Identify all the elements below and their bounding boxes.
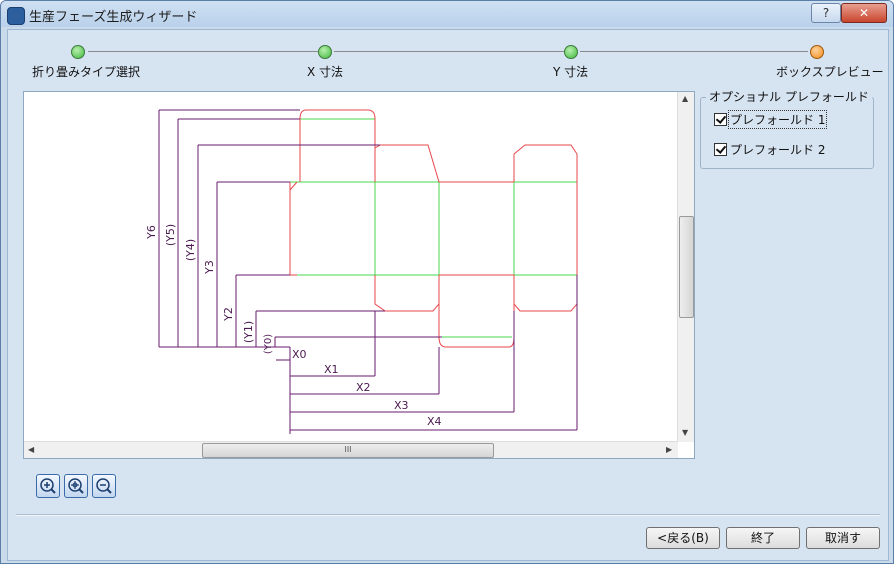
help-button[interactable]: ? (811, 3, 841, 23)
zoom-fit-icon (68, 478, 84, 494)
step-label-box-preview: ボックスプレビュー (776, 65, 884, 79)
dim-label-x0: X0 (292, 348, 307, 361)
dim-label-x2: X2 (356, 381, 371, 394)
zoom-in-button[interactable] (36, 474, 60, 498)
dim-label-y2: Y2 (222, 307, 235, 322)
optional-prefold-title: オプショナル プレフォールド (706, 88, 872, 105)
wizard-client-area: 折り畳みタイプ選択 X 寸法 Y 寸法 ボックスプレビュー X0 X1 X2 X… (7, 29, 889, 561)
scroll-down-arrow-icon[interactable]: ▼ (682, 428, 688, 437)
window-title: 生産フェーズ生成ウィザード (29, 10, 198, 25)
step-connector (580, 51, 808, 52)
preview-vertical-scrollbar[interactable]: ▲ ▼ (677, 92, 694, 442)
dim-label-y6: Y6 (145, 225, 158, 240)
step-label-x-dimension: X 寸法 (307, 65, 344, 79)
title-bar[interactable]: 生産フェーズ生成ウィザード ? ✕ (1, 1, 893, 27)
scroll-left-arrow-icon[interactable]: ◀ (28, 445, 34, 454)
dim-label-x4: X4 (427, 415, 442, 428)
back-button[interactable]: <戻る(B) (646, 527, 720, 549)
dim-label-y5: (Y5) (164, 224, 177, 246)
zoom-in-icon (40, 478, 56, 494)
dieline-drawing: X0 X1 X2 X3 X4 Y6 (Y5) (Y4) Y3 Y2 (Y1) (… (145, 109, 578, 434)
zoom-out-button[interactable] (92, 474, 116, 498)
dim-label-y3: Y3 (203, 260, 216, 275)
step-connector (88, 51, 320, 52)
app-icon (7, 7, 25, 25)
wizard-steps: 折り畳みタイプ選択 X 寸法 Y 寸法 ボックスプレビュー (8, 30, 888, 84)
finish-button[interactable]: 終了 (726, 527, 800, 549)
vertical-scroll-thumb[interactable] (679, 216, 694, 318)
step-connector (334, 51, 566, 52)
step-indicator-1 (71, 45, 85, 59)
dim-label-y4: (Y4) (184, 239, 197, 261)
box-preview-canvas[interactable]: X0 X1 X2 X3 X4 Y6 (Y5) (Y4) Y3 Y2 (Y1) (… (23, 91, 695, 459)
zoom-out-icon (96, 478, 112, 494)
button-separator (16, 514, 880, 516)
scroll-right-arrow-icon[interactable]: ▶ (666, 445, 672, 454)
step-indicator-4-current (810, 45, 824, 59)
scroll-up-arrow-icon[interactable]: ▲ (682, 94, 688, 103)
close-button[interactable]: ✕ (841, 3, 887, 23)
step-indicator-2 (318, 45, 332, 59)
preview-horizontal-scrollbar[interactable]: ◀ III ▶ (24, 441, 678, 458)
prefold-2-label[interactable]: プレフォールド 2 (729, 141, 826, 158)
cancel-button[interactable]: 取消す (806, 527, 880, 549)
fold-lines (290, 118, 577, 338)
wizard-window: 生産フェーズ生成ウィザード ? ✕ 折り畳みタイプ選択 X 寸法 Y 寸法 ボッ… (0, 0, 894, 564)
optional-prefold-group (700, 97, 874, 169)
dim-label-y1: (Y1) (242, 321, 255, 343)
step-label-fold-type: 折り畳みタイプ選択 (32, 65, 141, 79)
dim-label-x3: X3 (394, 399, 409, 412)
prefold-1-checkbox[interactable]: プレフォールド 1 (714, 109, 828, 129)
step-indicator-3 (564, 45, 578, 59)
dim-label-x1: X1 (324, 363, 339, 376)
zoom-fit-button[interactable] (64, 474, 88, 498)
step-label-y-dimension: Y 寸法 (553, 65, 589, 79)
checkbox-checked-icon[interactable] (714, 112, 727, 126)
prefold-1-label[interactable]: プレフォールド 1 (727, 109, 828, 129)
checkbox-checked-icon[interactable] (714, 142, 727, 156)
prefold-2-checkbox[interactable]: プレフォールド 2 (714, 141, 826, 157)
horizontal-scroll-thumb[interactable]: III (202, 443, 494, 458)
dim-label-y0: (Y0) (263, 334, 274, 354)
